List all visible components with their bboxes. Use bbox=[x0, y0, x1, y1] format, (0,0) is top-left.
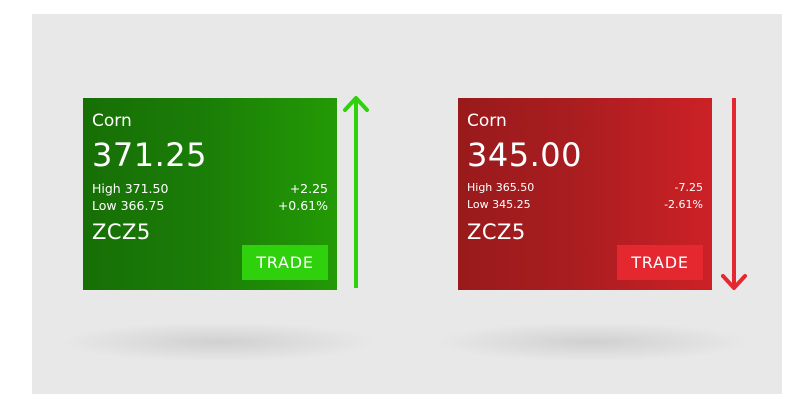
arrow-down-icon bbox=[721, 98, 747, 290]
last-price: 371.25 bbox=[92, 136, 207, 174]
commodity-name: Corn bbox=[467, 111, 507, 131]
change-value: -7.25 bbox=[674, 181, 703, 194]
ticker-card-up: Corn 371.25 High 371.50 +2.25 Low 366.75… bbox=[83, 98, 337, 290]
ticker-card-down: Corn 345.00 High 365.50 -7.25 Low 345.25… bbox=[458, 98, 712, 290]
high-value: High 371.50 bbox=[92, 181, 169, 196]
widget-stage: Corn 371.25 High 371.50 +2.25 Low 366.75… bbox=[32, 14, 782, 394]
change-percent: +0.61% bbox=[277, 198, 328, 213]
last-price: 345.00 bbox=[467, 136, 582, 174]
trade-button[interactable]: TRADE bbox=[617, 245, 703, 280]
card-shadow bbox=[58, 322, 378, 362]
change-value: +2.25 bbox=[289, 181, 328, 196]
low-value: Low 366.75 bbox=[92, 198, 165, 213]
card-shadow bbox=[432, 322, 752, 362]
contract-symbol: ZCZ5 bbox=[92, 220, 151, 244]
contract-symbol: ZCZ5 bbox=[467, 220, 526, 244]
arrow-up-icon bbox=[343, 96, 369, 288]
change-percent: -2.61% bbox=[664, 198, 703, 211]
low-value: Low 345.25 bbox=[467, 198, 531, 211]
trade-button[interactable]: TRADE bbox=[242, 245, 328, 280]
high-value: High 365.50 bbox=[467, 181, 535, 194]
commodity-name: Corn bbox=[92, 111, 132, 131]
